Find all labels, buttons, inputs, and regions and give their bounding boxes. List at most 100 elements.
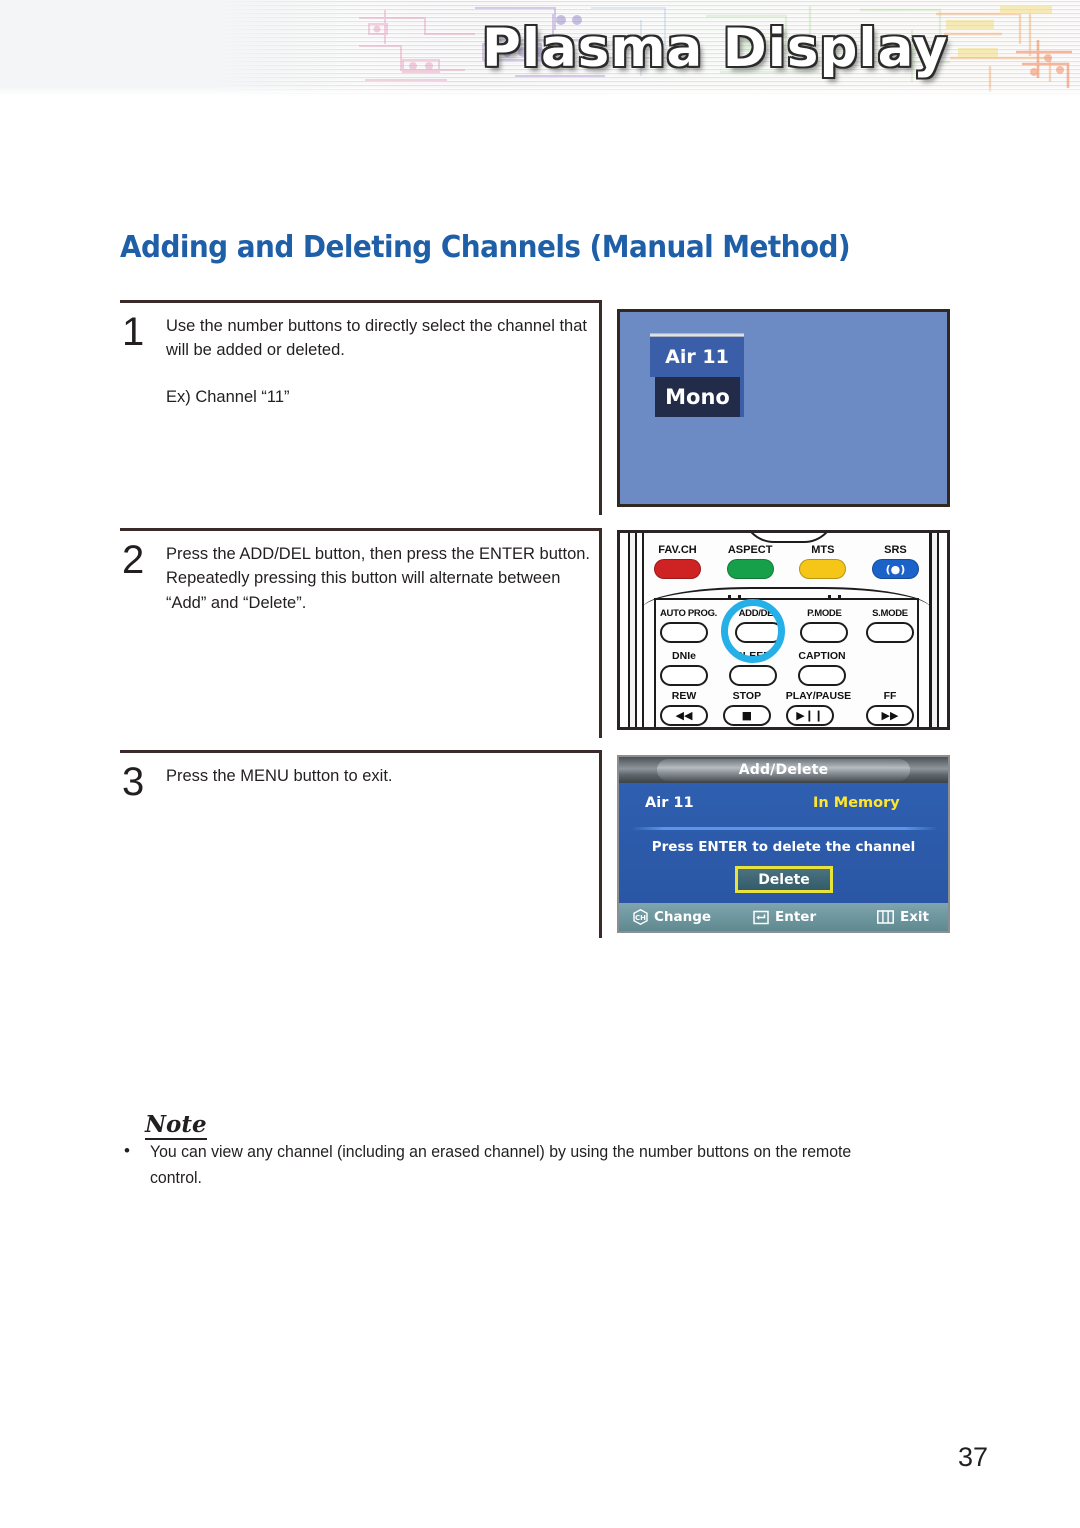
remote-key-label: AUTO PROG. [660, 608, 717, 619]
osd-title-pill: Add/Delete [657, 759, 910, 781]
osd-footer-enter[interactable]: Enter [753, 909, 816, 925]
auto-prog-button[interactable] [660, 621, 708, 643]
aspect-button[interactable] [726, 559, 774, 579]
remote-key-srs[interactable]: SRS (●) [871, 544, 919, 579]
note-bullet-marker: • [124, 1141, 130, 1160]
srs-button[interactable]: (●) [871, 559, 919, 579]
remote-key-stop[interactable]: STOP ■ [722, 691, 771, 726]
remote-key-fav-ch[interactable]: FAV.CH [654, 545, 701, 579]
add-del-highlight-ring [721, 599, 785, 663]
step-text-container: Use the number buttons to directly selec… [166, 314, 602, 409]
remote-key-label: S.MODE [872, 608, 908, 619]
banner-circuit-pattern-right [936, 6, 1072, 92]
osd-title-text: Add/Delete [738, 762, 829, 778]
remote-key-play-pause[interactable]: PLAY/PAUSE ▶❙❙ [785, 690, 852, 726]
stop-button[interactable]: ■ [722, 704, 771, 726]
remote-key-dnie[interactable]: DNIe [660, 651, 708, 686]
step-example: Ex) Channel “11” [166, 387, 290, 406]
dnie-button[interactable] [660, 664, 708, 686]
remote-key-p-mode[interactable]: P.MODE [800, 608, 849, 643]
step-divider-rule [120, 528, 602, 531]
banner-bottom-fade [0, 86, 1080, 96]
ff-button[interactable]: ▶▶ [865, 704, 914, 726]
osd-footer-change[interactable]: CH Change [633, 909, 711, 925]
osd-prompt-text: Press ENTER to delete the channel [651, 839, 916, 855]
step-number: 2 [122, 538, 145, 582]
play-pause-button[interactable]: ▶❙❙ [785, 704, 834, 726]
step-number: 3 [122, 760, 145, 804]
remote-left-edge [628, 533, 637, 727]
step-divider-rule [120, 750, 602, 753]
channel-hex-icon: CH [633, 909, 648, 925]
remote-key-caption[interactable]: CAPTION [798, 651, 846, 686]
remote-key-row-3: REW ◀◀ STOP ■ PLAY/PAUSE ▶❙❙ FF ▶▶ [660, 691, 914, 726]
step-instruction: Use the number buttons to directly selec… [166, 317, 587, 360]
step-block-3: 3 Press the MENU button to exit. [120, 750, 602, 938]
remote-key-label: P.MODE [807, 608, 842, 619]
note-text: You can view any channel (including an e… [150, 1143, 852, 1188]
step-text-container: Press the ADD/DEL button, then press the… [166, 542, 602, 615]
osd-title-bar: Add/Delete [619, 757, 948, 783]
osd-delete-button[interactable]: Delete [735, 866, 833, 893]
svg-text:CH: CH [635, 914, 646, 922]
osd-status-badge: In Memory [813, 795, 900, 811]
osd-row-divider [633, 827, 936, 830]
p-mode-button[interactable] [800, 621, 849, 643]
osd-footer-change-label: Change [654, 909, 712, 925]
remote-key-label: PLAY/PAUSE [785, 690, 852, 702]
osd-audio-mode-label: Mono [655, 377, 744, 417]
step-text-container: Press the MENU button to exit. [166, 764, 602, 788]
remote-key-ff[interactable]: FF ▶▶ [865, 690, 914, 726]
rewind-icon: ◀◀ [675, 708, 693, 722]
s-mode-button[interactable] [865, 621, 914, 643]
page-header-banner: Plasma Display [0, 0, 1080, 96]
enter-arrow-icon [753, 910, 769, 925]
rew-button[interactable]: ◀◀ [660, 704, 708, 726]
osd-channel-row: Air 11 In Memory [619, 791, 948, 821]
step-number: 1 [122, 310, 145, 354]
note-heading: Note [145, 1112, 207, 1141]
remote-key-row-1: AUTO PROG. ADD/DEL P.MODE S.MODE [660, 609, 914, 643]
sleep-button[interactable] [729, 664, 777, 686]
remote-key-s-mode[interactable]: S.MODE [865, 608, 914, 643]
mts-button[interactable] [799, 559, 847, 579]
menu-grid-icon [877, 910, 894, 924]
remote-key-label: CAPTION [798, 650, 846, 662]
remote-key-label: SRS [884, 544, 907, 556]
osd-footer-bar: CH Change Enter Exit [619, 903, 948, 931]
banner-title: Plasma Display [482, 18, 949, 79]
page-number: 37 [958, 1442, 989, 1472]
fav-ch-button[interactable] [654, 559, 701, 579]
remote-key-auto-prog[interactable]: AUTO PROG. [660, 609, 717, 643]
osd-body: Air 11 In Memory Press ENTER to delete t… [619, 783, 948, 907]
remote-control-figure: FAV.CH ASPECT MTS SRS (●) AUTO PROG. ADD… [617, 530, 950, 730]
caption-button[interactable] [798, 664, 846, 686]
stop-icon: ■ [741, 708, 753, 722]
step-divider-rule [120, 300, 602, 303]
remote-key-rew[interactable]: REW ◀◀ [660, 691, 708, 726]
remote-key-mts[interactable]: MTS [799, 544, 847, 579]
step-block-1: 1 Use the number buttons to directly sel… [120, 300, 602, 515]
remote-key-label: DNIe [672, 650, 696, 662]
remote-right-edge [930, 533, 939, 727]
osd-delete-label: Delete [758, 871, 810, 888]
remote-key-label: MTS [811, 544, 835, 556]
osd-footer-enter-label: Enter [775, 909, 817, 925]
tv-screen-figure: Air 11 Mono [617, 309, 950, 507]
remote-key-aspect[interactable]: ASPECT [726, 544, 774, 579]
play-pause-icon: ▶❙❙ [796, 708, 824, 722]
osd-footer-exit[interactable]: Exit [877, 909, 929, 925]
step-block-2: 2 Press the ADD/DEL button, then press t… [120, 528, 602, 738]
remote-key-label: FF [883, 690, 897, 702]
remote-color-key-row: FAV.CH ASPECT MTS SRS (●) [654, 545, 919, 579]
osd-add-delete-figure: Add/Delete Air 11 In Memory Press ENTER … [617, 755, 950, 933]
fast-forward-icon: ▶▶ [881, 708, 899, 722]
remote-key-label: ASPECT [727, 544, 773, 556]
osd-channel-value: Air 11 [645, 795, 694, 811]
remote-key-label: REW [671, 690, 697, 702]
srs-icon: (●) [885, 562, 906, 576]
remote-key-label: FAV.CH [658, 544, 697, 556]
page-title: Adding and Deleting Channels (Manual Met… [120, 230, 851, 265]
banner-left-fade [0, 0, 360, 96]
step-instruction: Press the ADD/DEL button, then press the… [166, 545, 591, 612]
